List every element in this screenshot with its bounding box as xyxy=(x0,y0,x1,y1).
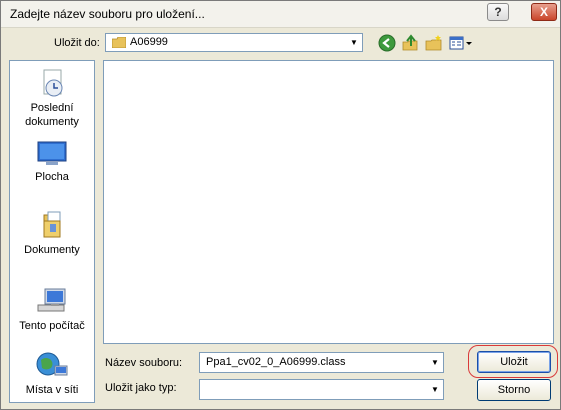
place-label: Tento počítač xyxy=(19,320,85,332)
filetype-dropdown[interactable]: ▼ xyxy=(199,379,444,400)
place-recent-documents[interactable]: Poslední dokumenty xyxy=(10,67,94,129)
chevron-down-icon[interactable]: ▼ xyxy=(427,380,443,399)
save-in-value: A06999 xyxy=(130,36,168,48)
file-list[interactable] xyxy=(103,60,554,344)
places-bar: Poslední dokumenty Plocha Dokumenty Tent… xyxy=(9,60,95,403)
folder-icon xyxy=(112,37,126,48)
place-label: Dokumenty xyxy=(24,244,80,256)
back-icon[interactable] xyxy=(378,34,396,52)
desktop-icon xyxy=(37,141,67,165)
chevron-down-icon[interactable]: ▼ xyxy=(427,353,443,372)
save-in-dropdown[interactable]: A06999 ▼ xyxy=(105,33,363,52)
place-my-computer[interactable]: Tento počítač xyxy=(10,287,94,333)
place-label: Plocha xyxy=(35,171,69,183)
title-bar: Zadejte název souboru pro uložení... ? X xyxy=(1,1,560,28)
place-network-places[interactable]: Místa v síti xyxy=(10,351,94,397)
save-in-label: Uložit do: xyxy=(54,37,100,49)
chevron-down-icon[interactable]: ▼ xyxy=(346,34,362,51)
filetype-label: Uložit jako typ: xyxy=(105,382,177,394)
place-label: Místa v síti xyxy=(25,384,79,396)
filename-field[interactable]: Ppa1_cv02_0_A06999.class ▼ xyxy=(199,352,444,373)
up-folder-icon[interactable] xyxy=(401,34,419,52)
cancel-button[interactable]: Storno xyxy=(477,379,551,401)
new-folder-icon[interactable] xyxy=(425,34,443,52)
recent-documents-icon xyxy=(43,69,63,97)
close-button[interactable]: X xyxy=(531,3,557,21)
filename-value: Ppa1_cv02_0_A06999.class xyxy=(206,356,346,368)
help-button[interactable]: ? xyxy=(487,3,509,21)
save-button[interactable]: Uložit xyxy=(477,351,551,373)
network-places-icon xyxy=(36,352,68,376)
dialog-title: Zadejte název souboru pro uložení... xyxy=(10,7,205,21)
filename-label: Název souboru: xyxy=(105,357,183,369)
my-computer-icon xyxy=(37,288,66,312)
place-desktop[interactable]: Plocha xyxy=(10,140,94,184)
save-file-dialog: Zadejte název souboru pro uložení... ? X… xyxy=(0,0,561,410)
my-documents-icon xyxy=(43,211,61,238)
views-menu-icon[interactable] xyxy=(449,34,473,52)
place-my-documents[interactable]: Dokumenty xyxy=(10,209,94,257)
place-label: Poslední dokumenty xyxy=(25,102,79,128)
